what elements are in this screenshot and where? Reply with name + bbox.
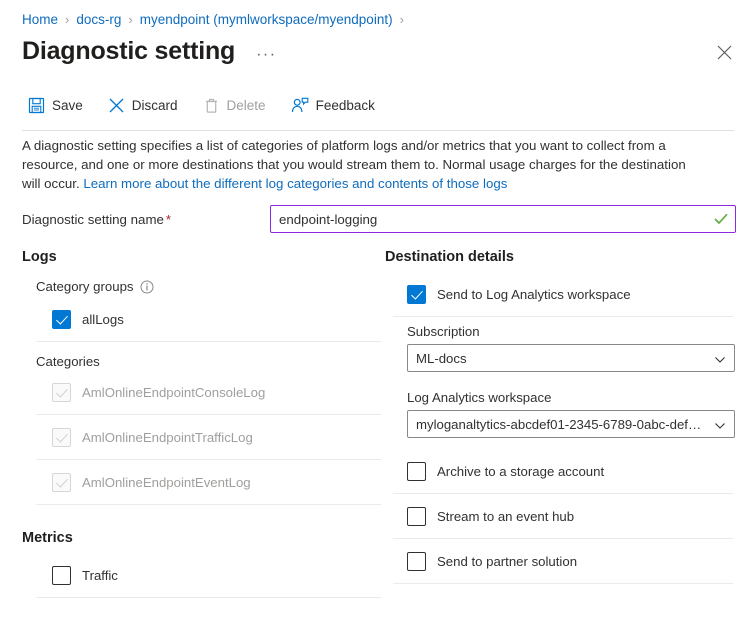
subscription-label: Subscription <box>407 324 754 339</box>
checkbox-row-console-log: AmlOnlineEndpointConsoleLog <box>52 377 385 407</box>
divider <box>393 316 733 317</box>
divider <box>36 597 381 598</box>
command-bar: Save Discard Delete Feedback <box>0 88 754 122</box>
checkbox-row-log-analytics[interactable]: Send to Log Analytics workspace <box>407 279 754 309</box>
breadcrumb-separator: › <box>400 12 404 27</box>
log-analytics-workspace-value: myloganaltytics-abcdef01-2345-6789-0abc-… <box>416 417 706 432</box>
checkbox-stream-to-event-hub[interactable] <box>407 507 426 526</box>
breadcrumb-separator: › <box>128 12 132 27</box>
info-icon[interactable] <box>140 280 154 294</box>
diagnostic-setting-name-row: Diagnostic setting name* <box>0 193 754 231</box>
delete-button: Delete <box>199 92 277 119</box>
diagnostic-setting-name-input[interactable] <box>270 205 736 233</box>
divider <box>36 414 381 415</box>
log-analytics-workspace-field: Log Analytics workspace myloganaltytics-… <box>407 390 754 438</box>
chevron-down-icon <box>714 420 726 432</box>
learn-more-link[interactable]: Learn more about the different log categ… <box>83 176 507 191</box>
destination-details-title: Destination details <box>385 249 754 265</box>
delete-label: Delete <box>227 98 266 113</box>
checkbox-label-amlonlineendpointconsolelog: AmlOnlineEndpointConsoleLog <box>82 385 265 400</box>
name-label-text: Diagnostic setting name <box>22 212 164 227</box>
checkbox-amlonlineendpointtrafficlog <box>52 428 71 447</box>
required-marker: * <box>166 212 171 227</box>
checkbox-row-event-log: AmlOnlineEndpointEventLog <box>52 467 385 497</box>
checkbox-archive-to-storage-account[interactable] <box>407 462 426 481</box>
checkbox-label-amlonlineendpointtrafficlog: AmlOnlineEndpointTrafficLog <box>82 430 253 445</box>
checkbox-row-traffic-metric[interactable]: Traffic <box>52 560 385 590</box>
checkbox-traffic[interactable] <box>52 566 71 585</box>
diagnostic-setting-name-label: Diagnostic setting name* <box>22 212 270 227</box>
checkbox-label-send-to-log-analytics: Send to Log Analytics workspace <box>437 287 631 302</box>
feedback-button[interactable]: Feedback <box>287 92 386 119</box>
logs-column: Logs Category groups allLogs Categories … <box>0 249 385 605</box>
checkbox-label-send-to-partner-solution: Send to partner solution <box>437 554 577 569</box>
logs-section-title: Logs <box>22 249 385 265</box>
checkbox-row-alllogs[interactable]: allLogs <box>52 304 385 334</box>
description-text: A diagnostic setting specifies a list of… <box>0 122 716 193</box>
breadcrumb-item-endpoint[interactable]: myendpoint (mymlworkspace/myendpoint) <box>140 12 393 27</box>
divider <box>393 583 733 584</box>
command-bar-divider <box>22 130 734 131</box>
category-groups-label-row: Category groups <box>36 279 385 294</box>
divider <box>393 538 733 539</box>
log-analytics-workspace-label: Log Analytics workspace <box>407 390 754 405</box>
category-groups-label: Category groups <box>36 279 134 294</box>
checkbox-row-event-hub[interactable]: Stream to an event hub <box>407 501 754 531</box>
checkbox-row-partner-solution[interactable]: Send to partner solution <box>407 546 754 576</box>
divider <box>36 341 381 342</box>
chevron-down-icon <box>714 354 726 366</box>
page-title: Diagnostic setting <box>22 38 235 66</box>
checkbox-row-archive-storage[interactable]: Archive to a storage account <box>407 456 754 486</box>
divider <box>36 504 381 505</box>
diagnostic-setting-name-input-wrap <box>270 205 736 233</box>
save-label: Save <box>52 98 83 113</box>
breadcrumb-separator: › <box>65 12 69 27</box>
close-icon <box>717 45 732 60</box>
destination-details-column: Destination details Send to Log Analytic… <box>385 249 754 605</box>
checkbox-label-amlonlineendpointeventlog: AmlOnlineEndpointEventLog <box>82 475 251 490</box>
feedback-person-icon <box>291 97 309 114</box>
subscription-dropdown[interactable]: ML-docs <box>407 344 735 372</box>
settings-body: Logs Category groups allLogs Categories … <box>0 231 754 605</box>
checkbox-label-archive-to-storage-account: Archive to a storage account <box>437 464 604 479</box>
breadcrumb-item-home[interactable]: Home <box>22 12 58 27</box>
checkbox-alllogs[interactable] <box>52 310 71 329</box>
save-button[interactable]: Save <box>24 92 94 119</box>
save-icon <box>28 97 45 114</box>
trash-icon <box>203 97 220 114</box>
feedback-label: Feedback <box>316 98 375 113</box>
checkbox-label-alllogs: allLogs <box>82 312 124 327</box>
more-options-button[interactable]: ··· <box>250 45 282 65</box>
discard-button[interactable]: Discard <box>104 92 189 119</box>
title-row: Diagnostic setting ··· <box>0 28 754 72</box>
discard-icon <box>108 97 125 114</box>
log-analytics-workspace-dropdown[interactable]: myloganaltytics-abcdef01-2345-6789-0abc-… <box>407 410 735 438</box>
checkbox-send-to-partner-solution[interactable] <box>407 552 426 571</box>
categories-label: Categories <box>36 354 385 369</box>
subscription-field: Subscription ML-docs <box>407 324 754 372</box>
checkbox-label-traffic: Traffic <box>82 568 118 583</box>
divider <box>393 493 733 494</box>
breadcrumb: Home › docs-rg › myendpoint (mymlworkspa… <box>0 0 754 28</box>
discard-label: Discard <box>132 98 178 113</box>
checkbox-send-to-log-analytics[interactable] <box>407 285 426 304</box>
checkbox-amlonlineendpointeventlog <box>52 473 71 492</box>
checkbox-label-stream-to-event-hub: Stream to an event hub <box>437 509 574 524</box>
breadcrumb-item-resource-group[interactable]: docs-rg <box>76 12 121 27</box>
divider <box>36 459 381 460</box>
checkbox-row-traffic-log: AmlOnlineEndpointTrafficLog <box>52 422 385 452</box>
checkbox-amlonlineendpointconsolelog <box>52 383 71 402</box>
diagnostic-setting-page: Home › docs-rg › myendpoint (mymlworkspa… <box>0 0 754 638</box>
close-button[interactable] <box>710 38 738 66</box>
subscription-value: ML-docs <box>416 351 467 366</box>
metrics-section-title: Metrics <box>22 530 385 546</box>
